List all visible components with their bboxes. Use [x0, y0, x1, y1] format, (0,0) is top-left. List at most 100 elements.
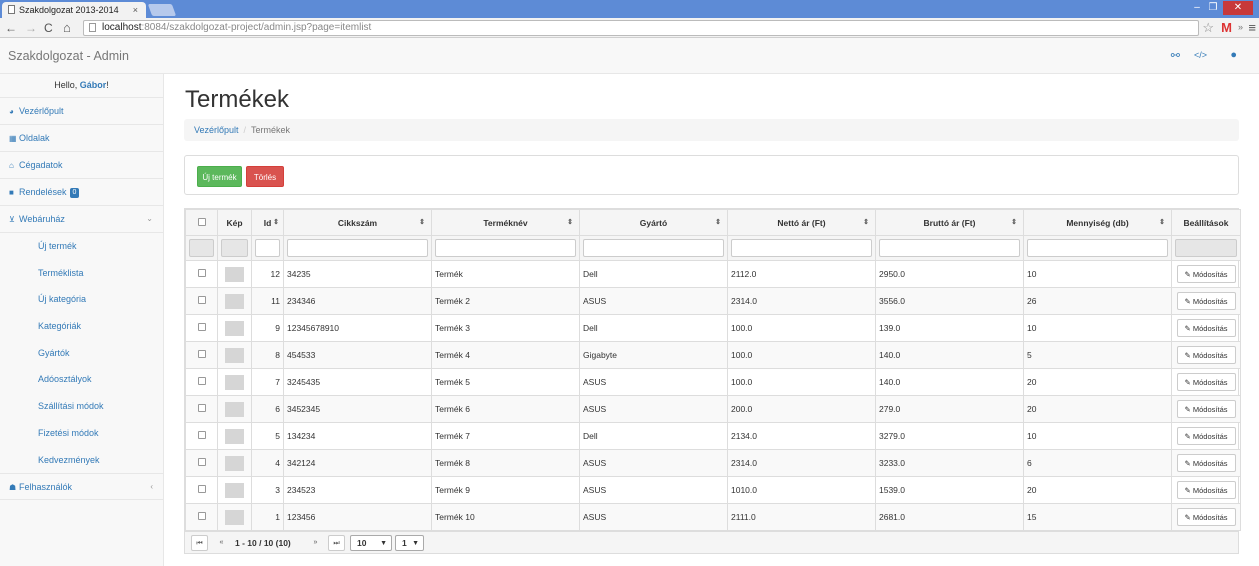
edit-button[interactable]: ✎ Módosítás: [1176, 346, 1236, 364]
sidebar-subitem-manufacturers[interactable]: Gyártók: [0, 340, 163, 367]
reload-icon[interactable]: C: [44, 20, 53, 36]
sidebar-subitem-payment[interactable]: Fizetési módok: [0, 420, 163, 447]
edit-icon: ✎: [1184, 297, 1191, 306]
row-image-cell: [217, 395, 252, 423]
sidebar-item-orders[interactable]: ■ Rendelések 0: [0, 179, 163, 206]
new-product-button[interactable]: Új termék: [197, 166, 242, 187]
sidebar-item-pages[interactable]: ▦ Oldalak: [0, 125, 163, 152]
page-select[interactable]: 1 ▼: [395, 535, 424, 551]
new-tab-button[interactable]: [147, 4, 177, 16]
sidebar-subitem-new-product[interactable]: Új termék: [0, 233, 163, 260]
url-field[interactable]: localhost:8084/szakdolgozat-project/admi…: [83, 20, 1199, 36]
last-page-icon[interactable]: ⏭: [328, 535, 345, 551]
row-name: Termék 5: [431, 368, 580, 396]
row-maker: Gigabyte: [579, 341, 728, 369]
col-id[interactable]: Id ⇕: [251, 209, 284, 236]
edit-button[interactable]: ✎ Módosítás: [1176, 454, 1236, 472]
row-quantity: 10: [1023, 260, 1172, 288]
row-checkbox[interactable]: [197, 323, 206, 331]
user-icon[interactable]: ●: [1230, 49, 1237, 61]
user-name[interactable]: Gábor: [80, 80, 107, 90]
edit-button[interactable]: ✎ Módosítás: [1176, 373, 1236, 391]
row-checkbox[interactable]: [197, 377, 206, 385]
home-icon[interactable]: ⌂: [63, 20, 71, 36]
page-size-select[interactable]: 10 ▼: [350, 535, 392, 551]
first-page-icon[interactable]: ⏮: [191, 535, 208, 551]
row-maker: Dell: [579, 260, 728, 288]
arrow-right-icon[interactable]: →: [25, 20, 37, 36]
browser-tab[interactable]: Szakdolgozat 2013-2014 ×: [2, 2, 146, 18]
star-icon[interactable]: ☆: [1202, 20, 1214, 36]
sidebar-item-dashboard[interactable]: ◕ Vezérlőpult: [0, 98, 163, 125]
row-net-price: 2134.0: [727, 422, 876, 450]
row-checkbox[interactable]: [197, 512, 206, 520]
row-checkbox[interactable]: [197, 350, 206, 358]
filter-net-input[interactable]: [731, 239, 872, 257]
sidebar-subitem-product-list[interactable]: Terméklista: [0, 260, 163, 287]
col-gross[interactable]: Bruttó ár (Ft) ⇕: [875, 209, 1024, 236]
brand[interactable]: Szakdolgozat - Admin: [8, 38, 129, 74]
row-checkbox[interactable]: [197, 269, 206, 277]
edit-button[interactable]: ✎ Módosítás: [1176, 319, 1236, 337]
sidebar-item-company[interactable]: ⌂ Cégadatok: [0, 152, 163, 179]
row-actions: ✎ Módosítás: [1171, 449, 1241, 477]
row-checkbox[interactable]: [197, 458, 206, 466]
arrow-left-icon[interactable]: ←: [5, 20, 17, 36]
users-icon: ☗: [9, 483, 17, 493]
menu-icon[interactable]: ≡: [1248, 20, 1256, 36]
next-page-icon[interactable]: »: [307, 535, 324, 551]
filter-qty-input[interactable]: [1027, 239, 1168, 257]
col-qty[interactable]: Mennyiség (db) ⇕: [1023, 209, 1172, 236]
col-maker-label: Gyártó: [639, 217, 668, 228]
url-path: :8084/szakdolgozat-project/admin.jsp?pag…: [141, 22, 372, 33]
row-maker: ASUS: [579, 449, 728, 477]
edit-button[interactable]: ✎ Módosítás: [1176, 427, 1236, 445]
row-actions: ✎ Módosítás: [1171, 368, 1241, 396]
edit-button[interactable]: ✎ Módosítás: [1176, 508, 1236, 526]
prev-page-icon[interactable]: «: [213, 535, 230, 551]
edit-button[interactable]: ✎ Módosítás: [1176, 400, 1236, 418]
row-checkbox[interactable]: [197, 404, 206, 412]
sort-icon: ⇕: [1011, 219, 1017, 226]
filter-id-input[interactable]: [255, 239, 280, 257]
edit-button-label: Módosítás: [1192, 324, 1228, 333]
filter-sku-input[interactable]: [287, 239, 428, 257]
sidebar-item-label: Rendelések: [19, 187, 67, 197]
breadcrumb-link[interactable]: Vezérlőpult: [194, 125, 239, 135]
sidebar-subitem-discounts[interactable]: Kedvezmények: [0, 447, 163, 474]
row-net-price: 100.0: [727, 368, 876, 396]
col-id-label: Id: [263, 217, 272, 228]
col-name[interactable]: Terméknév ⇕: [431, 209, 580, 236]
sidebar-subitem-new-category[interactable]: Új kategória: [0, 286, 163, 313]
sidebar-subitem-tax-classes[interactable]: Adóosztályok: [0, 366, 163, 393]
row-checkbox[interactable]: [197, 296, 206, 304]
filter-gross-input[interactable]: [879, 239, 1020, 257]
maximize-icon[interactable]: ❐: [1205, 1, 1221, 15]
minimize-icon[interactable]: –: [1189, 1, 1205, 15]
greeting-prefix: Hello,: [54, 80, 80, 90]
col-net[interactable]: Nettó ár (Ft) ⇕: [727, 209, 876, 236]
edit-button[interactable]: ✎ Módosítás: [1176, 481, 1236, 499]
sidebar-item-users[interactable]: ☗ Felhasználók ‹: [0, 473, 163, 501]
edit-icon: ✎: [1184, 270, 1191, 279]
select-all-checkbox[interactable]: [197, 217, 206, 226]
code-icon[interactable]: </>: [1194, 50, 1207, 60]
col-gross-label: Bruttó ár (Ft): [923, 217, 976, 228]
edit-button[interactable]: ✎ Módosítás: [1176, 265, 1236, 283]
col-maker[interactable]: Gyártó ⇕: [579, 209, 728, 236]
row-checkbox[interactable]: [197, 431, 206, 439]
close-window-icon[interactable]: ✕: [1223, 1, 1253, 15]
sidebar-item-webshop[interactable]: ⊻ Webáruház ⌄: [0, 206, 163, 233]
gmail-icon[interactable]: M: [1221, 20, 1232, 36]
edit-button[interactable]: ✎ Módosítás: [1176, 292, 1236, 310]
link-icon[interactable]: ⚯: [1171, 49, 1180, 62]
sidebar-subitem-categories[interactable]: Kategóriák: [0, 313, 163, 340]
tab-close-icon[interactable]: ×: [133, 2, 138, 18]
col-sku[interactable]: Cikkszám ⇕: [283, 209, 432, 236]
filter-maker-input[interactable]: [583, 239, 724, 257]
sidebar-subitem-shipping[interactable]: Szállítási módok: [0, 393, 163, 420]
filter-name-input[interactable]: [435, 239, 576, 257]
delete-button[interactable]: Törlés: [246, 166, 284, 187]
extensions-icon[interactable]: »: [1238, 22, 1243, 32]
row-checkbox[interactable]: [197, 485, 206, 493]
